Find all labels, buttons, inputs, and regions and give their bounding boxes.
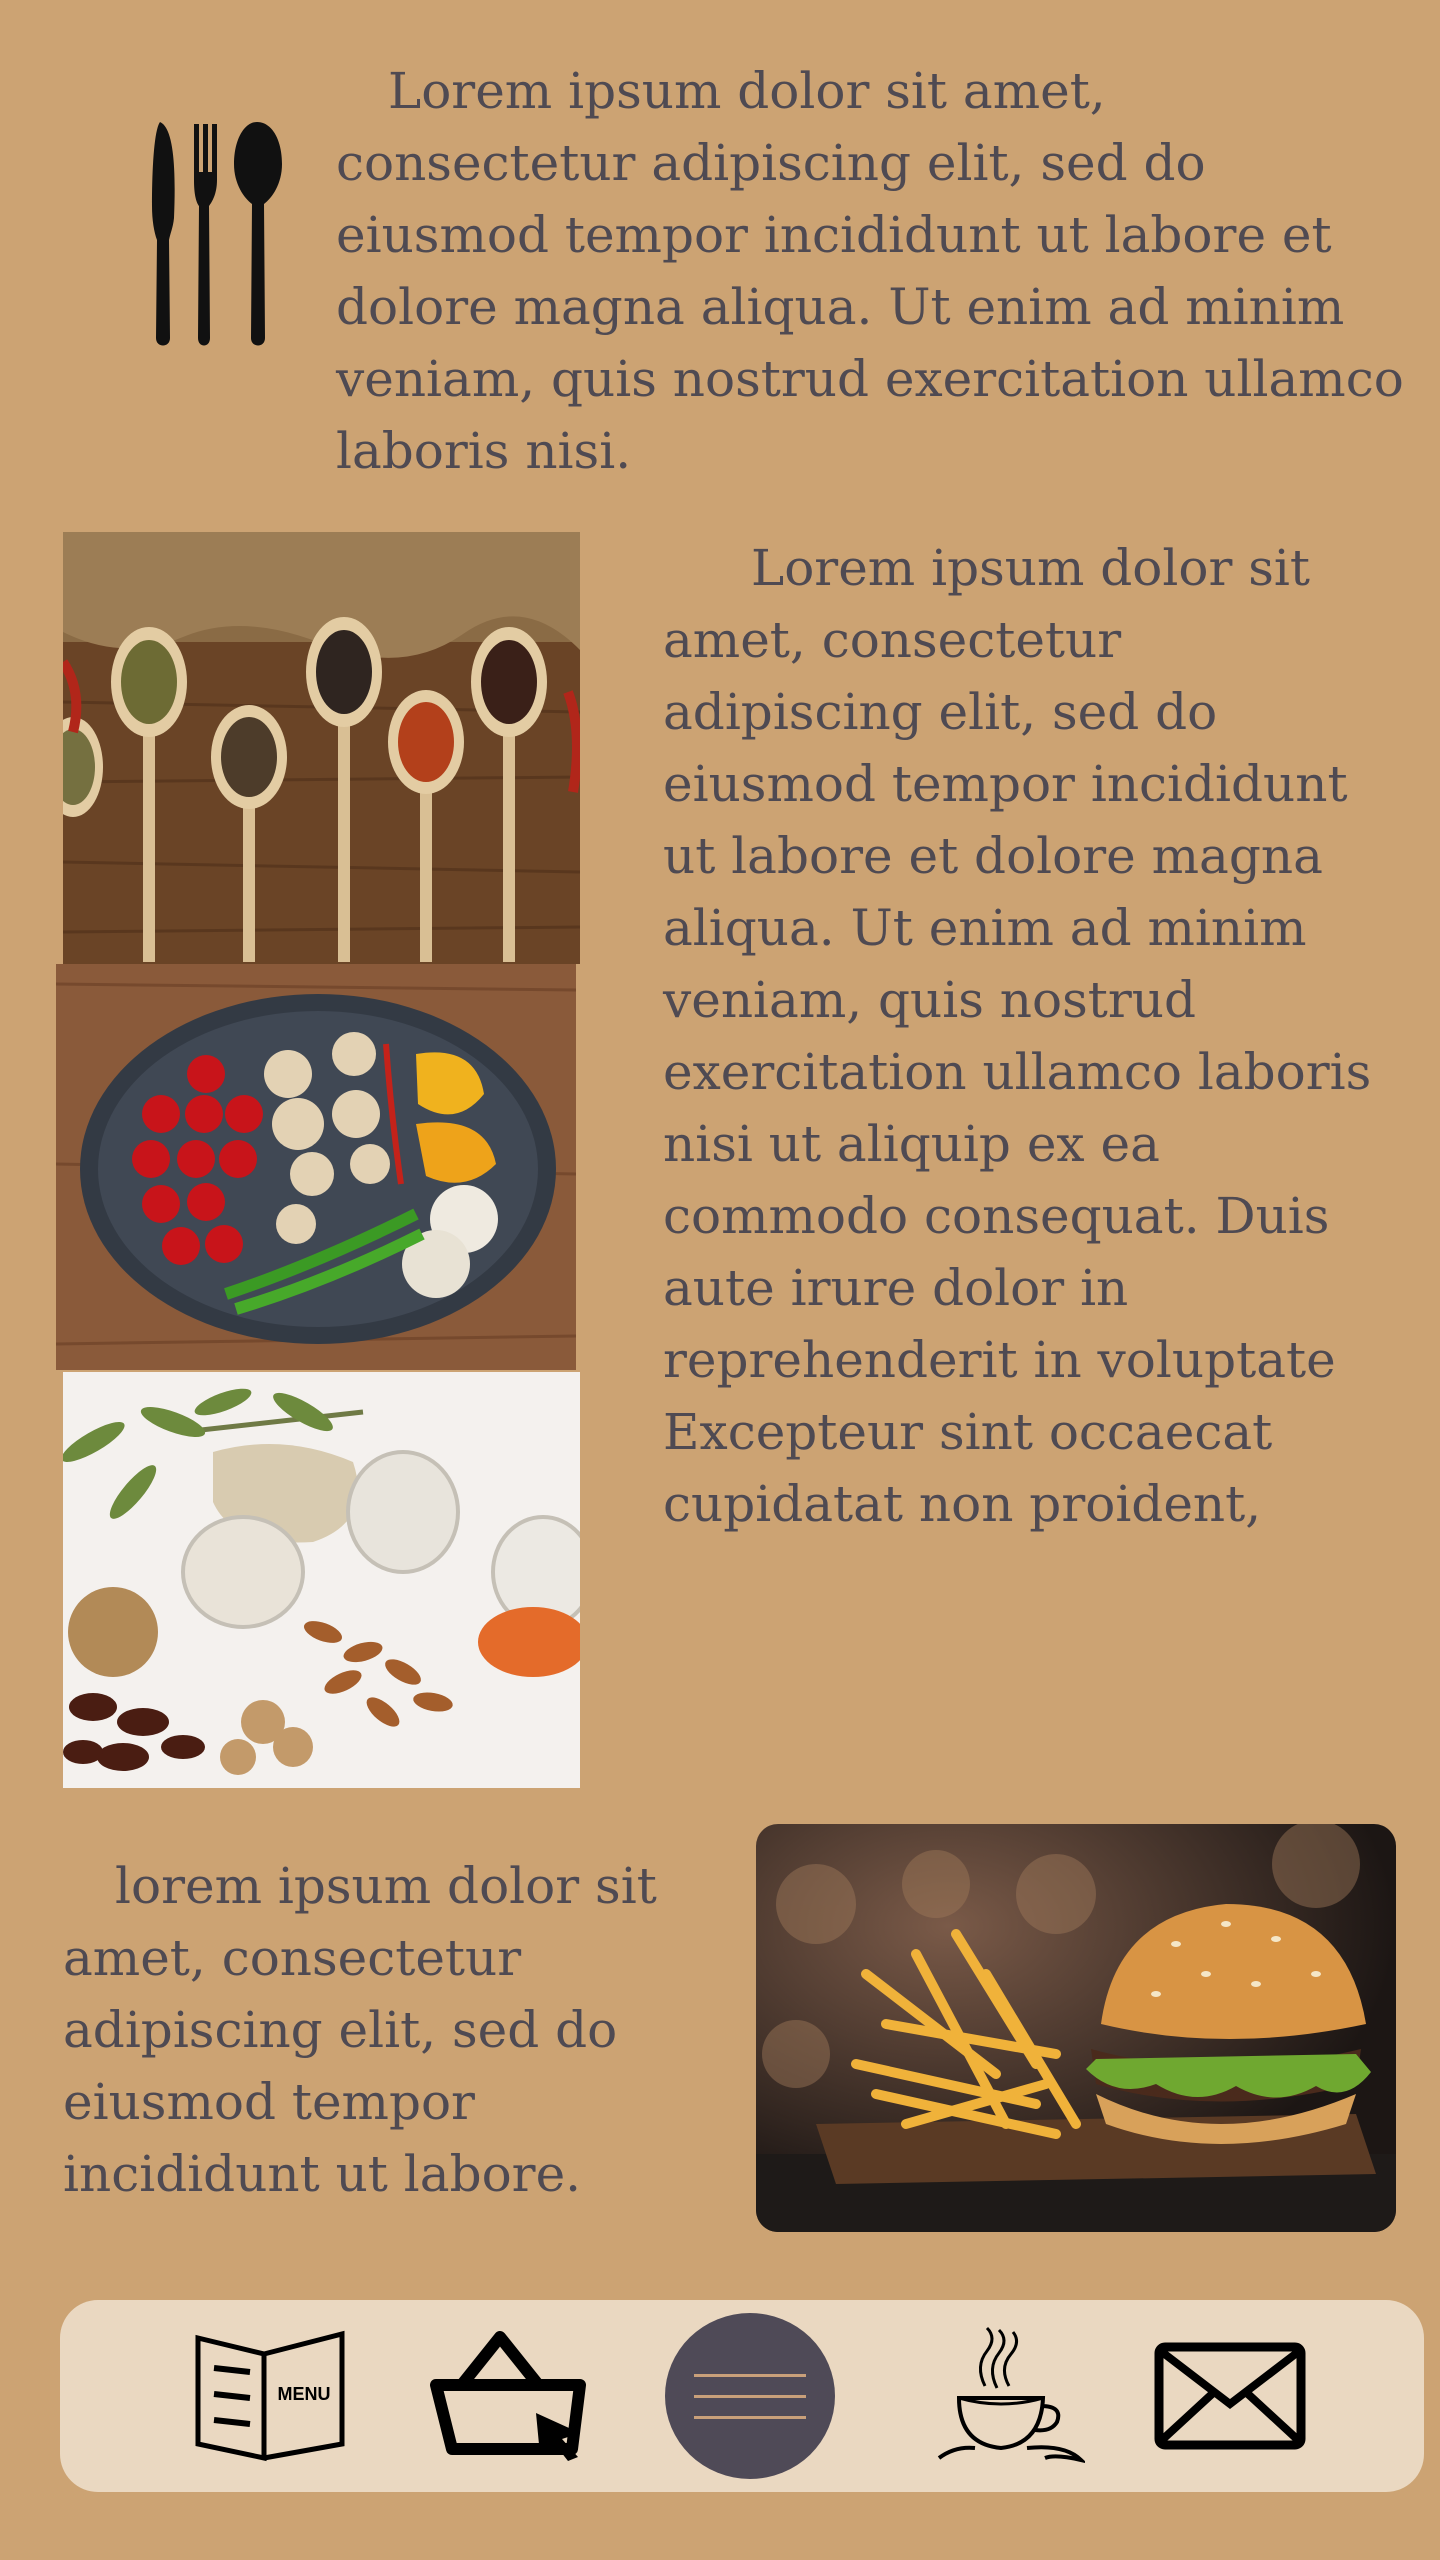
- menu-book-label: MENU: [278, 2384, 331, 2404]
- coffee-cup-icon: [937, 2326, 1085, 2463]
- basket-nav-button[interactable]: [400, 2300, 620, 2492]
- feature-paragraph: Lorem ipsum dolor sit amet, consectetur …: [663, 539, 1372, 1533]
- nuts-and-dried-fruit-photo: [63, 1372, 580, 1788]
- spices-photo: [63, 532, 580, 964]
- menu-book-icon: MENU: [195, 2330, 345, 2462]
- vegetables-pan-photo: [56, 964, 576, 1370]
- intro-paragraph: Lorem ipsum dolor sit amet, consectetur …: [336, 62, 1404, 480]
- hamburger-menu-icon: [665, 2313, 835, 2479]
- mail-nav-button[interactable]: [1120, 2300, 1340, 2492]
- cutlery-icon: [152, 122, 282, 346]
- coffee-nav-button[interactable]: [900, 2300, 1120, 2492]
- envelope-icon: [1154, 2342, 1306, 2450]
- menu-nav-button[interactable]: MENU: [160, 2300, 380, 2492]
- main-menu-nav-button[interactable]: [640, 2300, 860, 2492]
- burger-and-fries-photo: [756, 1824, 1396, 2232]
- bottom-navigation-bar: MENU: [60, 2300, 1424, 2492]
- bottom-paragraph: lorem ipsum dolor sit amet, consectetur …: [63, 1857, 657, 2203]
- basket-icon: [430, 2331, 586, 2461]
